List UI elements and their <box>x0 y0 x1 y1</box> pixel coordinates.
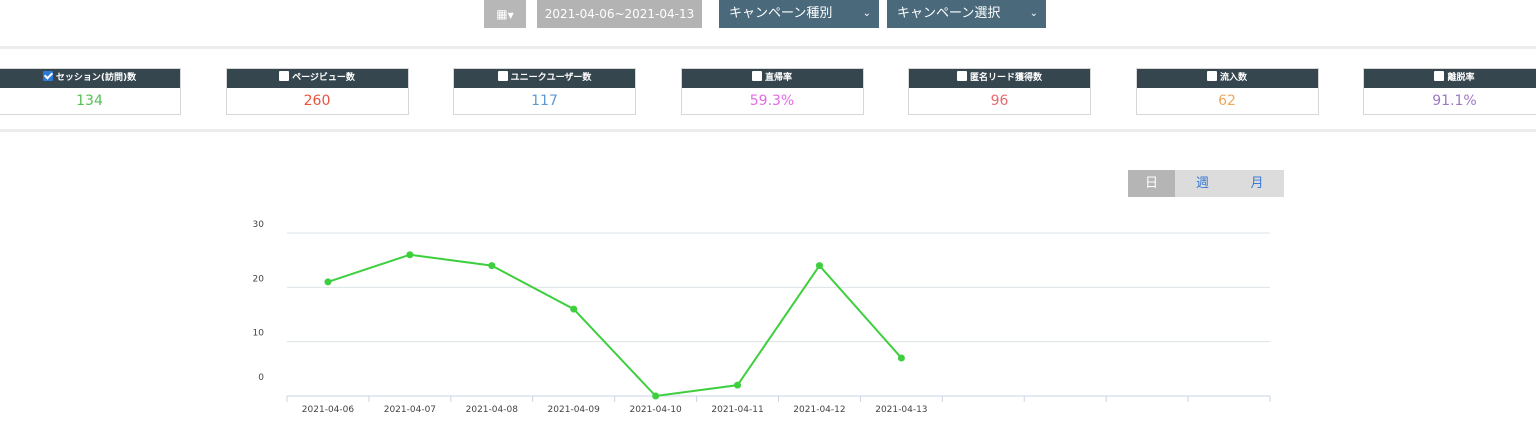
x-tick-label: 2021-04-07 <box>384 405 436 415</box>
data-point <box>570 305 578 313</box>
data-point <box>815 262 823 270</box>
data-point <box>324 278 332 286</box>
x-tick-label: 2021-04-13 <box>875 405 927 415</box>
data-point <box>652 392 660 400</box>
series-line <box>327 253 903 398</box>
x-tick-label: 2021-04-09 <box>548 405 601 415</box>
data-point <box>897 354 905 362</box>
x-tick-label: 2021-04-12 <box>793 405 845 415</box>
x-tick-label: 2021-04-11 <box>711 405 763 415</box>
y-tick-label: 30 <box>253 220 265 230</box>
y-tick-label: 10 <box>253 329 265 339</box>
y-tick-label: 0 <box>258 373 264 383</box>
session-line-chart: 0 10 20 30 2021-04-06 2021-04-07 2021-04-08 202… <box>253 220 1271 415</box>
data-point <box>406 251 414 259</box>
y-tick-label: 20 <box>253 274 265 284</box>
x-tick-label: 2021-04-06 <box>302 405 355 415</box>
x-tick-label: 2021-04-10 <box>629 405 682 415</box>
data-point <box>734 381 742 389</box>
x-tick-label: 2021-04-08 <box>466 405 519 415</box>
data-point <box>488 262 496 270</box>
